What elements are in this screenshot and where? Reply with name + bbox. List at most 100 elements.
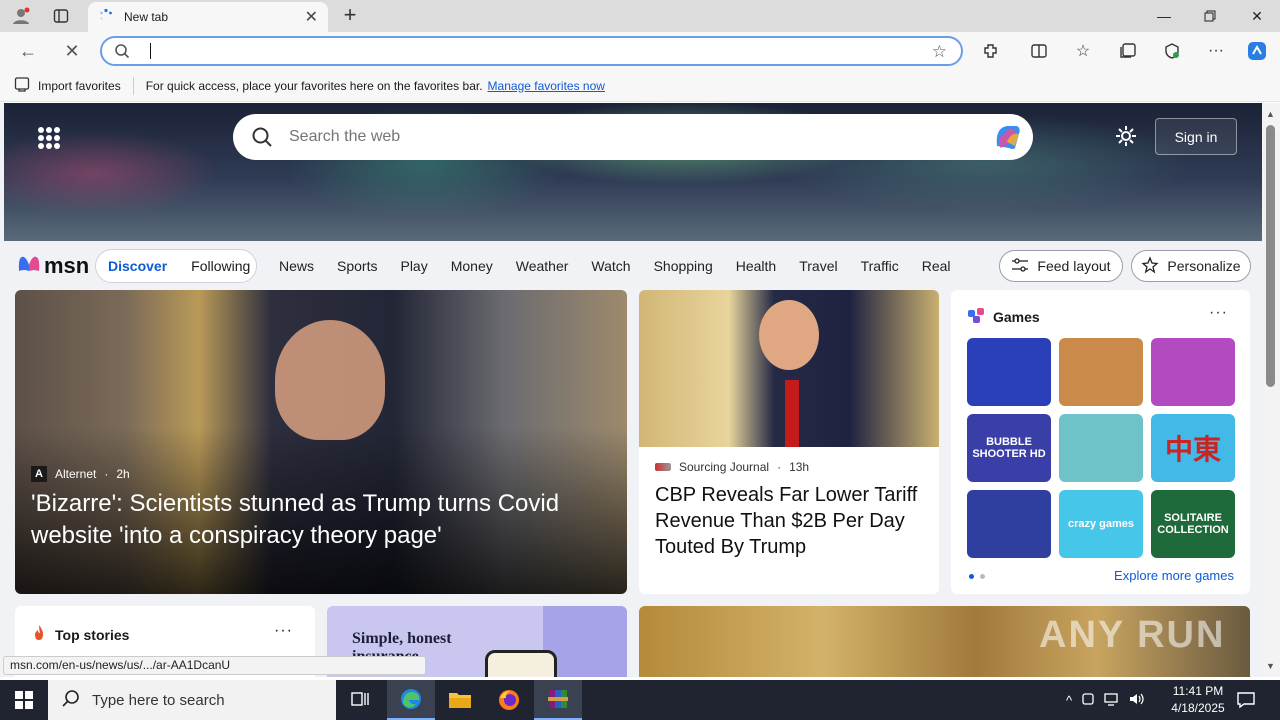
address-bar[interactable]: ☆ <box>100 36 963 66</box>
status-url: msn.com/en-us/news/us/.../ar-AA1DcanU <box>3 656 426 675</box>
battery-icon[interactable] <box>1080 691 1096 710</box>
msn-logo[interactable]: msn <box>16 251 89 281</box>
feed-layout-button[interactable]: Feed layout <box>999 250 1123 282</box>
category-traffic[interactable]: Traffic <box>861 258 899 274</box>
network-icon[interactable] <box>1104 691 1120 710</box>
scroll-thumb[interactable] <box>1266 125 1275 387</box>
collections-icon[interactable] <box>1116 40 1140 62</box>
import-favorites-button[interactable]: Import favorites <box>14 76 121 95</box>
watermark: ANY RUN <box>1039 614 1226 656</box>
taskbar-search-box[interactable]: Type here to search <box>48 680 336 720</box>
dot-separator: · <box>777 460 782 474</box>
favorites-icon[interactable]: ☆ <box>1071 40 1095 62</box>
category-play[interactable]: Play <box>400 258 427 274</box>
msn-nav-bar: msn Discover Following News Sports Play … <box>0 241 1262 291</box>
new-tab-button[interactable]: + <box>338 4 362 28</box>
sign-in-button[interactable]: Sign in <box>1155 118 1237 155</box>
firefox-icon[interactable] <box>485 680 533 720</box>
winrar-icon[interactable] <box>534 680 582 720</box>
tab-new-tab[interactable]: New tab ✕ <box>88 2 328 32</box>
sourcing-journal-logo-icon <box>655 463 671 471</box>
feed-tabs: Discover Following <box>95 249 257 283</box>
category-watch[interactable]: Watch <box>591 258 630 274</box>
tab-following[interactable]: Following <box>179 258 262 274</box>
block-puzzle-game-tile[interactable] <box>967 490 1051 558</box>
taskbar-clock[interactable]: 11:41 PM 4/18/2025 <box>1168 683 1228 717</box>
scroll-up-icon[interactable]: ▲ <box>1266 109 1275 119</box>
search-icon <box>251 126 273 151</box>
mahjong-game-tile[interactable]: 中東 <box>1151 414 1235 482</box>
stop-loading-button[interactable]: ✕ <box>58 38 86 64</box>
phone-illustration <box>485 650 557 677</box>
start-button[interactable] <box>0 680 48 720</box>
notifications-icon[interactable] <box>1236 690 1256 713</box>
games-header: Games <box>967 306 1040 327</box>
system-tray: ^ <box>1066 680 1144 720</box>
edge-taskbar-icon[interactable] <box>387 680 435 720</box>
loading-spinner-icon <box>98 8 114 27</box>
clock-time: 11:41 PM <box>1172 684 1224 698</box>
story-card[interactable]: ANY RUN <box>639 606 1250 677</box>
crazy-games-game-tile[interactable]: crazy games <box>1059 490 1143 558</box>
task-view-icon[interactable] <box>336 680 384 720</box>
copilot-icon[interactable] <box>991 122 1023 152</box>
explore-more-games-link[interactable]: Explore more games <box>1114 568 1234 583</box>
copilot-icon[interactable] <box>1245 40 1269 62</box>
more-options-icon[interactable]: ··· <box>1209 304 1228 322</box>
tab-actions-icon[interactable] <box>48 4 74 28</box>
story-card[interactable]: Sourcing Journal · 13h CBP Reveals Far L… <box>639 290 939 594</box>
web-search-box[interactable] <box>233 114 1033 160</box>
personalize-button[interactable]: Personalize <box>1131 250 1251 282</box>
apps-launcher-icon[interactable] <box>38 127 60 149</box>
more-options-icon[interactable]: ··· <box>274 622 293 640</box>
import-favorites-label: Import favorites <box>38 78 121 93</box>
page-scrollbar[interactable]: ▲ ▼ <box>1262 103 1280 677</box>
main-story-card[interactable]: A Alternet · 2h 'Bizarre': Scientists st… <box>15 290 627 594</box>
story-headline[interactable]: CBP Reveals Far Lower Tariff Revenue Tha… <box>655 482 925 560</box>
category-shopping[interactable]: Shopping <box>654 258 713 274</box>
story-headline[interactable]: 'Bizarre': Scientists stunned as Trump t… <box>31 488 611 552</box>
solitaire-game-tile[interactable]: SOLITAIRE COLLECTION <box>1151 490 1235 558</box>
browser-essentials-icon[interactable] <box>1160 40 1184 62</box>
taskbar-search-placeholder: Type here to search <box>92 691 225 709</box>
category-news[interactable]: News <box>279 258 314 274</box>
manage-favorites-link[interactable]: Manage favorites now <box>488 79 605 93</box>
games-card: Games ··· BUBBLE SHOOTER HD 中東 crazy gam… <box>951 290 1250 594</box>
makeup-game-tile[interactable] <box>1151 338 1235 406</box>
web-search-input[interactable] <box>289 114 969 160</box>
hospital-game-tile[interactable] <box>1059 414 1143 482</box>
divider <box>132 76 134 95</box>
search-icon <box>114 43 130 62</box>
split-screen-icon[interactable] <box>1027 40 1051 62</box>
chevron-up-icon[interactable]: ^ <box>1066 693 1072 708</box>
category-money[interactable]: Money <box>451 258 493 274</box>
bubble-shooter-game-tile[interactable]: BUBBLE SHOOTER HD <box>967 414 1051 482</box>
close-tab-icon[interactable]: ✕ <box>305 7 318 27</box>
category-sports[interactable]: Sports <box>337 258 377 274</box>
dot-separator: · <box>104 467 109 481</box>
category-health[interactable]: Health <box>736 258 776 274</box>
settings-gear-icon[interactable] <box>1114 124 1138 151</box>
story-image <box>639 290 939 447</box>
tab-discover[interactable]: Discover <box>96 258 179 274</box>
carousel-dots[interactable] <box>969 574 985 579</box>
back-button[interactable]: ← <box>14 38 42 64</box>
favorite-star-icon[interactable]: ☆ <box>932 42 947 62</box>
file-explorer-icon[interactable] <box>436 680 484 720</box>
more-options-icon[interactable]: ··· <box>1204 40 1228 62</box>
jewel-game-tile[interactable] <box>967 338 1051 406</box>
category-travel[interactable]: Travel <box>799 258 837 274</box>
category-weather[interactable]: Weather <box>516 258 569 274</box>
msn-butterfly-icon <box>16 251 42 281</box>
close-window-button[interactable]: ✕ <box>1234 0 1280 32</box>
category-real-estate[interactable]: Real E <box>922 258 951 274</box>
scroll-down-icon[interactable]: ▼ <box>1266 661 1275 671</box>
wood-screw-game-tile[interactable] <box>1059 338 1143 406</box>
minimize-button[interactable]: — <box>1141 0 1187 32</box>
volume-icon[interactable] <box>1128 691 1144 710</box>
profile-icon[interactable] <box>8 4 34 28</box>
tab-title: New tab <box>124 10 169 24</box>
new-tab-page: Sign in msn Discover Following News Spor… <box>0 103 1262 677</box>
restore-button[interactable] <box>1187 0 1233 32</box>
extensions-icon[interactable] <box>979 40 1003 62</box>
